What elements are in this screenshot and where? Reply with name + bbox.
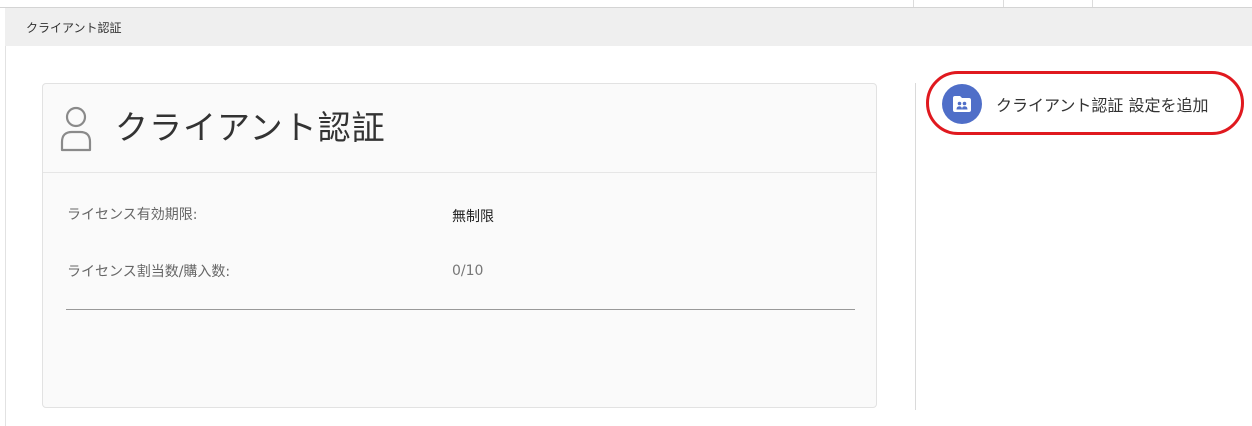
user-icon [60,106,92,152]
license-count-value: 0/10 [452,263,484,279]
sidebar-divider [915,83,916,410]
add-client-auth-setting-label: クライアント認証 設定を追加 [996,96,1209,115]
top-strip [0,0,1252,8]
card-header: クライアント認証 [43,84,876,173]
license-expiry-value: 無制限 [452,209,494,225]
add-client-auth-setting-button[interactable]: クライアント認証 設定を追加 [942,82,1208,126]
folder-users-icon [942,84,982,124]
top-strip-divider [1003,0,1004,7]
client-auth-card: クライアント認証 ライセンス有効期限: 無制限 ライセンス割当数/購入数: 0/… [42,83,877,408]
content-left-border [5,46,6,426]
breadcrumb-current: クライアント認証 [26,21,122,35]
card-title: クライアント認証 [115,108,386,147]
breadcrumb: クライアント認証 [5,8,1252,46]
card-divider [66,309,855,310]
top-strip-divider [1092,0,1093,7]
top-strip-divider [913,0,914,7]
license-count-label: ライセンス割当数/購入数: [67,264,231,280]
license-expiry-label: ライセンス有効期限: [67,207,198,223]
